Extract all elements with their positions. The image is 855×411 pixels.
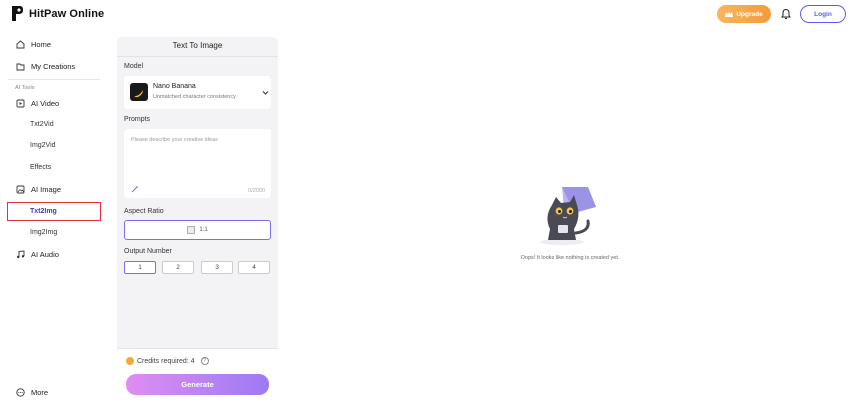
prompt-input[interactable]: Please describe your creative ideas 0/20…: [124, 129, 271, 198]
sidebar-item-label: My Creations: [31, 62, 76, 71]
model-label: Model: [124, 63, 144, 70]
model-select[interactable]: Nano Banana Unmatched character consiste…: [124, 76, 271, 109]
output-number-label: Output Number: [124, 248, 172, 255]
chevron-down-icon: [262, 91, 269, 95]
banana-icon: [134, 90, 143, 98]
sidebar-item-img2vid[interactable]: Img2Vid: [30, 142, 56, 149]
image-icon: [16, 185, 25, 194]
logo[interactable]: HitPaw Online: [11, 5, 104, 22]
sidebar-item-ai-audio[interactable]: AI Audio: [16, 250, 59, 259]
coin-icon: [126, 357, 134, 365]
sidebar-item-ai-video[interactable]: AI Video: [16, 99, 59, 108]
square-ratio-icon: [187, 226, 196, 234]
sidebar-item-ai-image[interactable]: AI Image: [16, 185, 61, 194]
aspect-ratio-option-1-1[interactable]: 1:1: [124, 220, 271, 240]
aspect-ratio-value: 1:1: [199, 227, 208, 233]
panel-title-divider: [117, 56, 278, 57]
magic-wand-icon[interactable]: [131, 185, 139, 193]
credits-label: Credits required: 4: [137, 357, 195, 365]
sidebar-item-label: Home: [31, 40, 52, 49]
hitpaw-logo-icon: [12, 6, 23, 21]
sidebar: Home My Creations AI Tools AI Video Txt2…: [0, 30, 112, 411]
sidebar-item-txt2vid[interactable]: Txt2Vid: [30, 121, 54, 128]
sidebar-item-my-creations[interactable]: My Creations: [16, 62, 75, 71]
app-name: HitPaw Online: [29, 7, 105, 20]
output-number-4[interactable]: 4: [238, 261, 270, 274]
output-number-1[interactable]: 1: [124, 261, 156, 274]
sidebar-item-img2img[interactable]: Img2Img: [30, 229, 57, 236]
aspect-ratio-label: Aspect Ratio: [124, 208, 164, 215]
login-button[interactable]: Login: [800, 5, 846, 23]
sidebar-item-label: AI Video: [31, 99, 60, 108]
sidebar-item-label: More: [31, 388, 49, 397]
music-icon: [17, 250, 25, 259]
sidebar-item-effects[interactable]: Effects: [30, 164, 51, 171]
prompt-placeholder: Please describe your creative ideas: [131, 137, 218, 143]
output-number-2[interactable]: 2: [162, 261, 194, 274]
empty-state-message: Oops! It looks like nothing is created y…: [520, 255, 620, 261]
sidebar-item-label: AI Audio: [31, 250, 59, 259]
top-bar: HitPaw Online Upgrade Login: [0, 0, 855, 30]
folder-icon: [16, 63, 25, 71]
help-icon[interactable]: ?: [200, 357, 209, 365]
panel-footer: Credits required: 4 ? Generate: [117, 348, 278, 404]
sidebar-item-home[interactable]: Home: [16, 40, 51, 49]
credits-info: Credits required: 4 ?: [126, 357, 209, 365]
crown-icon: [725, 11, 734, 17]
output-number-3[interactable]: 3: [201, 261, 233, 274]
generate-button[interactable]: Generate: [126, 374, 269, 395]
prompts-label: Prompts: [124, 116, 151, 123]
empty-state-cat-illustration: [540, 187, 596, 245]
video-icon: [16, 99, 25, 108]
sidebar-item-more[interactable]: More: [16, 388, 48, 397]
section-label: AI Tools: [15, 85, 35, 91]
home-icon: [16, 40, 25, 49]
more-icon: [16, 388, 25, 397]
upgrade-label: Upgrade: [736, 10, 763, 18]
sidebar-item-txt2img[interactable]: Txt2Img: [7, 202, 101, 221]
panel-title: Text To Image: [172, 41, 223, 50]
upgrade-button[interactable]: Upgrade: [717, 5, 771, 23]
bell-icon[interactable]: [780, 8, 792, 20]
sidebar-divider: [8, 79, 100, 80]
sidebar-item-label: AI Image: [31, 185, 62, 194]
text-to-image-panel: Text To Image Model Nano Banana Unmatche…: [117, 37, 278, 404]
model-description: Unmatched character consistency: [153, 94, 236, 100]
prompt-char-count: 0/2000: [248, 188, 265, 194]
model-thumbnail: [130, 83, 148, 101]
model-name: Nano Banana: [153, 83, 196, 90]
